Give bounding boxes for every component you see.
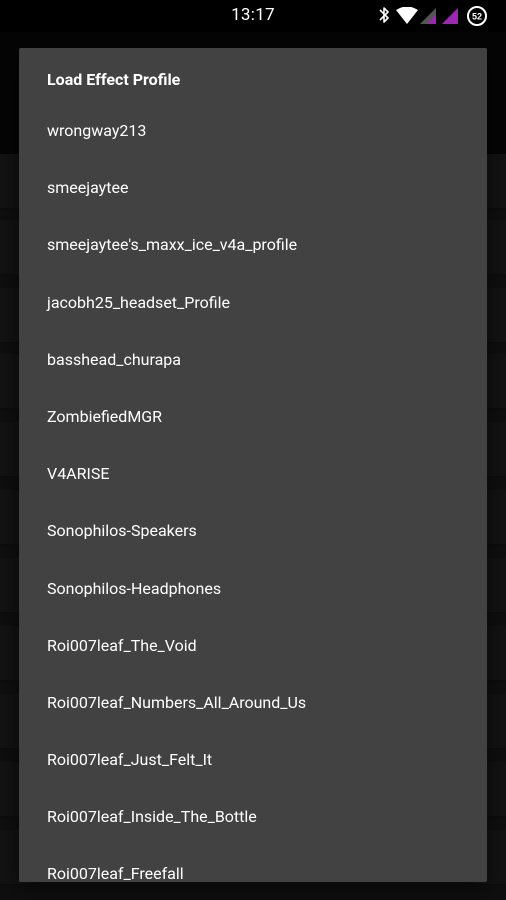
load-effect-profile-dialog: Load Effect Profile wrongway213 smeejayte…	[19, 48, 487, 882]
profile-list-item[interactable]: smeejaytee's_maxx_ice_v4a_profile	[19, 216, 487, 273]
signal-icon	[420, 8, 436, 24]
profile-list-item[interactable]: Roi007leaf_Inside_The_Bottle	[19, 788, 487, 845]
profile-list-item[interactable]: Roi007leaf_Freefall	[19, 845, 487, 882]
profile-list: wrongway213 smeejaytee smeejaytee's_maxx_i…	[19, 102, 487, 882]
profile-list-item[interactable]: jacobh25_headset_Profile	[19, 274, 487, 331]
profile-list-item[interactable]: Sonophilos-Headphones	[19, 560, 487, 617]
profile-list-item[interactable]: V4ARISE	[19, 445, 487, 502]
profile-list-item[interactable]: wrongway213	[19, 102, 487, 159]
profile-list-item[interactable]: Roi007leaf_Numbers_All_Around_Us	[19, 674, 487, 731]
bluetooth-icon	[379, 7, 389, 23]
profile-list-item[interactable]: smeejaytee	[19, 159, 487, 216]
battery-icon: 52	[467, 6, 487, 26]
profile-list-item[interactable]: ZombiefiedMGR	[19, 388, 487, 445]
wifi-icon	[396, 7, 418, 24]
dialog-title: Load Effect Profile	[47, 70, 181, 89]
profile-list-item[interactable]: Sonophilos-Speakers	[19, 502, 487, 559]
profile-list-item[interactable]: basshead_churapa	[19, 331, 487, 388]
profile-list-item[interactable]: Roi007leaf_Just_Felt_It	[19, 731, 487, 788]
signal-icon	[442, 8, 458, 24]
status-bar: 13:17 52	[0, 0, 506, 32]
battery-level: 52	[472, 12, 482, 22]
profile-list-item[interactable]: Roi007leaf_The_Void	[19, 617, 487, 674]
